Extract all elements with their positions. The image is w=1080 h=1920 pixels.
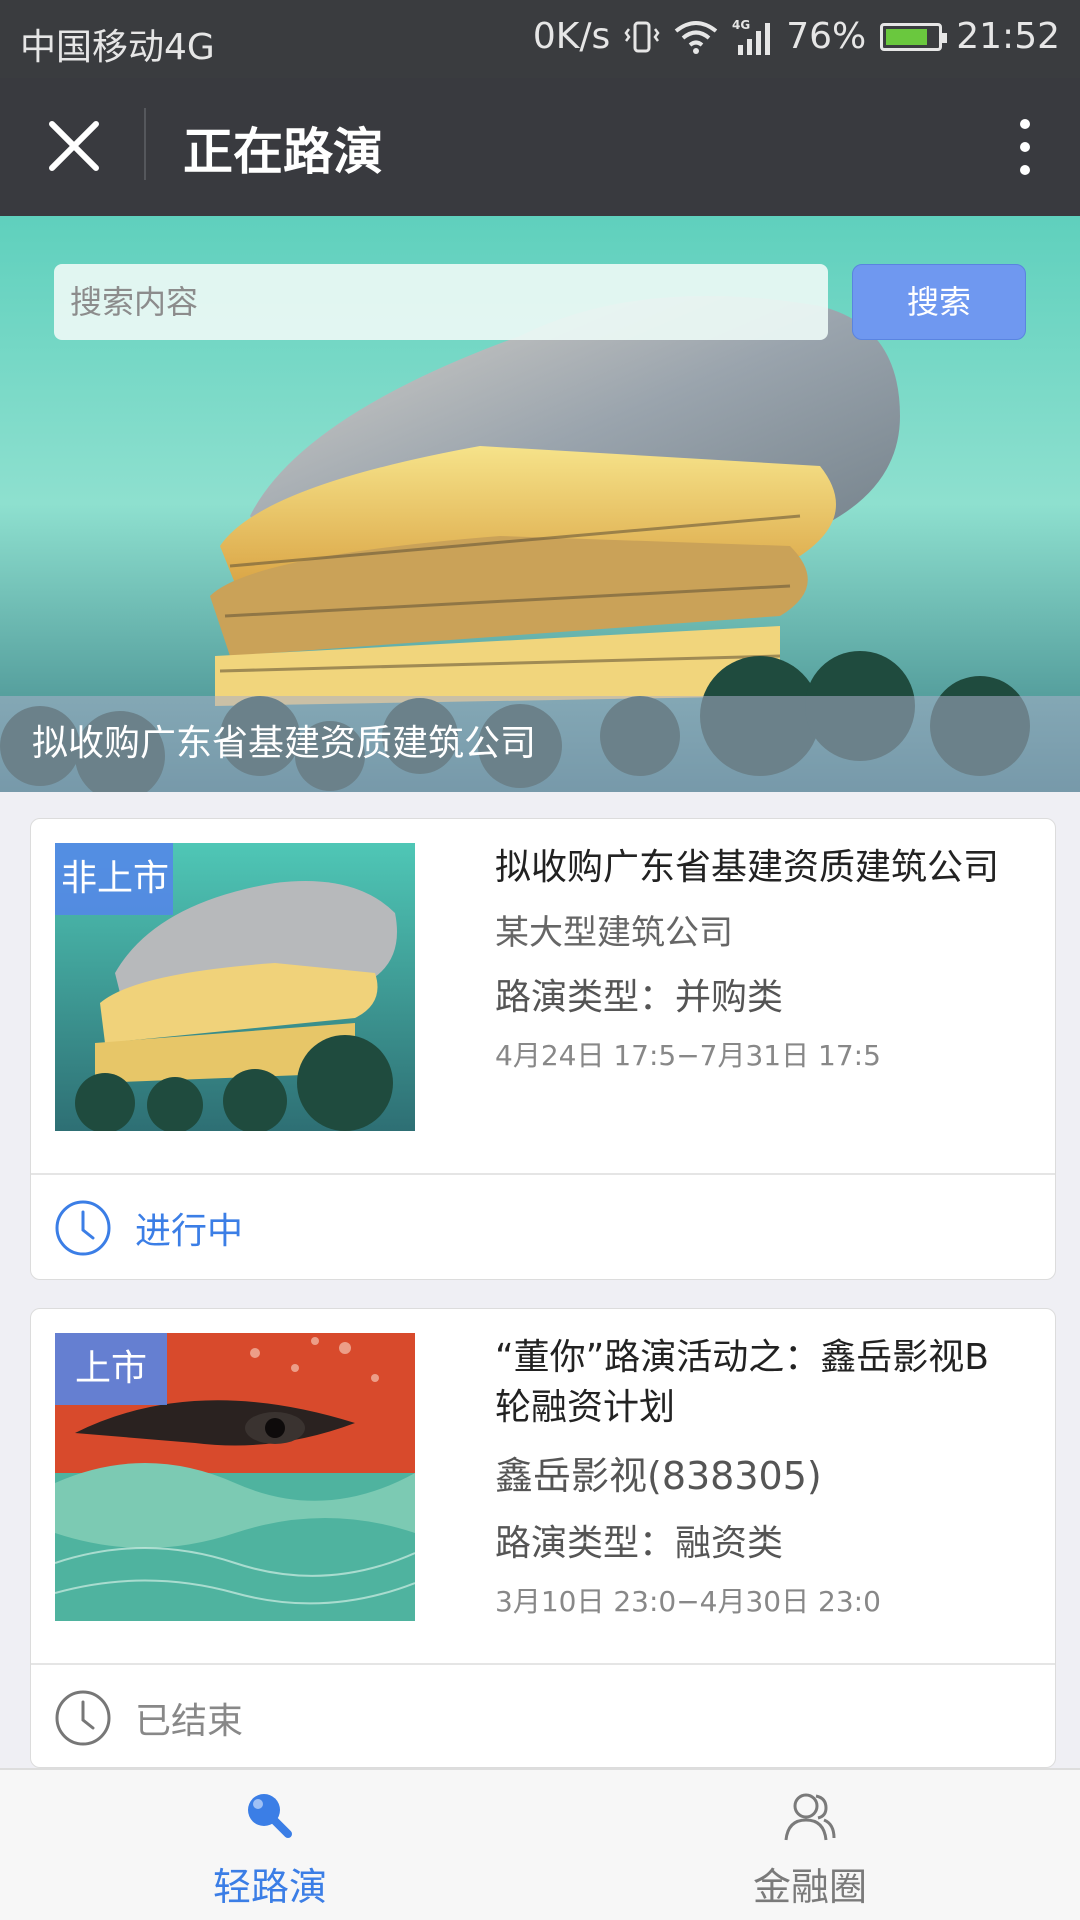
banner[interactable]: 搜索 拟收购广东省基建资质建筑公司: [0, 216, 1080, 792]
card-status: 进行中: [53, 1193, 243, 1263]
card-dates: 3月10日 23:0−4月30日 23:0: [495, 1585, 881, 1618]
roadshow-icon: [248, 1794, 292, 1838]
tab-finance-circle[interactable]: 金融圈: [540, 1770, 1080, 1920]
status-label: 进行中: [135, 1211, 244, 1252]
roadshow-card[interactable]: 上市 “董你”路演活动之：鑫岳影视B轮融资计划 鑫岳影视(838305) 路演类…: [30, 1308, 1056, 1768]
page-title: 正在路演: [183, 123, 383, 181]
tab-bar: 轻路演 金融圈: [0, 1768, 1080, 1920]
user-group-icon: [784, 1793, 836, 1841]
banner-caption: 拟收购广东省基建资质建筑公司: [0, 696, 1080, 792]
clock: 21:52: [956, 16, 1060, 57]
carrier-label: 中国移动4G: [20, 27, 215, 68]
status-bar: 中国移动4G 0K/s 4G 76% 21:52: [0, 0, 1080, 78]
tab-roadshow[interactable]: 轻路演: [0, 1770, 540, 1920]
battery-percent: 76%: [786, 16, 867, 57]
close-icon[interactable]: [44, 116, 104, 176]
card-status: 已结束: [53, 1683, 243, 1753]
clock-icon: [55, 1690, 111, 1746]
cell-signal-icon: 4G: [732, 18, 771, 55]
more-options-icon[interactable]: [1010, 114, 1040, 180]
status-label: 已结束: [135, 1701, 244, 1742]
card-info: 拟收购广东省基建资质建筑公司 某大型建筑公司 路演类型：并购类 4月24日 17…: [495, 843, 1015, 1074]
card-title: 拟收购广东省基建资质建筑公司: [495, 847, 1000, 888]
card-company: 鑫岳影视(838305): [495, 1454, 822, 1498]
search-input[interactable]: [54, 264, 828, 340]
listing-tag: 非上市: [55, 843, 174, 915]
card-divider: [31, 1173, 1055, 1175]
card-roadshow-type: 路演类型：并购类: [495, 977, 784, 1018]
card-title: “董你”路演活动之：鑫岳影视B轮融资计划: [495, 1337, 989, 1428]
net-speed: 0K/s: [532, 16, 611, 57]
search-button[interactable]: 搜索: [852, 264, 1026, 340]
nav-bar: 正在路演: [0, 78, 1080, 216]
wifi-icon: [674, 20, 718, 54]
card-info: “董你”路演活动之：鑫岳影视B轮融资计划 鑫岳影视(838305) 路演类型：融…: [495, 1333, 1015, 1620]
vibrate-icon: [624, 21, 660, 52]
battery-icon: [880, 22, 948, 51]
clock-icon: [55, 1200, 111, 1256]
status-right: 0K/s 4G 76% 21:52: [533, 16, 1060, 57]
tab-label: 轻路演: [212, 1865, 327, 1909]
roadshow-card[interactable]: 非上市 拟收购广东省基建资质建筑公司 某大型建筑公司 路演类型：并购类 4月24…: [30, 818, 1056, 1280]
card-roadshow-type: 路演类型：融资类: [495, 1523, 784, 1564]
nav-divider: [144, 108, 146, 180]
svg-text:4G: 4G: [732, 18, 750, 32]
listing-tag: 上市: [55, 1333, 168, 1405]
card-dates: 4月24日 17:5−7月31日 17:5: [495, 1039, 881, 1072]
tab-label: 金融圈: [752, 1865, 867, 1909]
card-company: 某大型建筑公司: [495, 913, 733, 953]
card-divider: [31, 1663, 1055, 1665]
